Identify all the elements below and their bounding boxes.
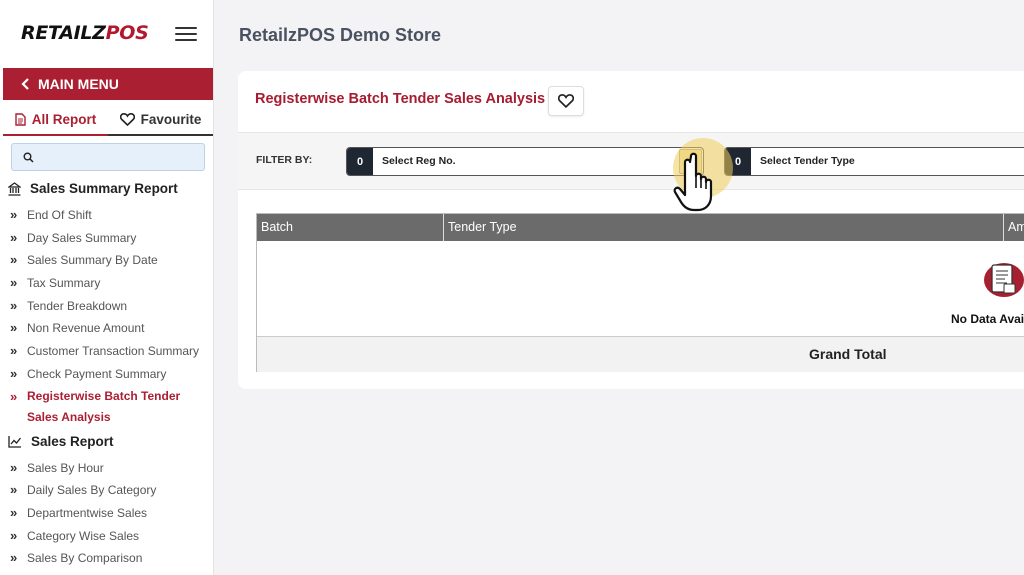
line-chart-icon [8,436,22,448]
menu-item-label: Customer Transaction Summary [27,344,200,358]
double-chevron-right-icon: » [10,320,18,335]
logo-text-main: RETAILZ [21,22,106,44]
bank-icon [8,181,21,196]
double-chevron-right-icon: » [10,252,18,267]
hamburger-menu-icon[interactable] [175,27,197,43]
table-header: Batch Tender Type Am [257,214,1024,241]
menu-item-tender-breakdown[interactable]: » Tender Breakdown [10,298,128,314]
section-sales-report[interactable]: Sales Report [8,434,114,449]
logo-text-accent: POS [105,22,149,44]
menu-item-label: Sales By Hour [27,461,104,475]
report-table: Batch Tender Type Am No Data Avai Grand … [256,213,1024,372]
report-title: Registerwise Batch Tender Sales Analysis [255,91,546,107]
tab-all-report[interactable]: All Report [3,104,108,136]
double-chevron-right-icon: » [10,505,18,520]
double-chevron-right-icon: » [10,482,18,497]
double-chevron-right-icon: » [10,528,18,543]
store-title: RetailzPOS Demo Store [239,25,442,45]
no-data-icon [984,263,1024,297]
menu-item-label: Day Sales Summary [27,231,137,245]
menu-item-non-revenue-amount[interactable]: » Non Revenue Amount [10,320,145,336]
sidebar-search-input[interactable] [11,143,205,171]
menu-item-daily-sales-by-category[interactable]: » Daily Sales By Category [10,482,157,498]
menu-item-label: Tax Summary [27,276,101,290]
menu-item-label: Tender Breakdown [27,299,128,313]
double-chevron-right-icon: » [10,298,18,313]
menu-item-departmentwise-sales[interactable]: » Departmentwise Sales [10,505,148,521]
menu-item-label: Non Revenue Amount [27,321,145,335]
menu-item-category-wise-sales[interactable]: » Category Wise Sales [10,528,140,544]
grand-total-label: Grand Total [809,346,887,362]
column-header-tender-type[interactable]: Tender Type [444,214,1004,241]
tab-favourite[interactable]: Favourite [108,104,213,136]
select-placeholder: Select Tender Type [760,155,855,167]
menu-item-label: Registerwise Batch Tender Sales Analysis [27,389,181,424]
menu-item-label: Departmentwise Sales [27,506,148,520]
menu-item-customer-transaction-summary[interactable]: » Customer Transaction Summary [10,343,200,359]
menu-item-end-of-shift[interactable]: » End Of Shift [10,207,92,223]
double-chevron-right-icon: » [10,343,18,358]
menu-item-sales-by-hour[interactable]: » Sales By Hour [10,460,104,476]
main-menu-button[interactable]: MAIN MENU [3,68,213,100]
logo[interactable]: RETAILZPOS [21,22,149,44]
double-chevron-right-icon: » [10,550,18,565]
chevron-left-icon [21,78,29,90]
heart-icon [558,94,574,108]
menu-item-sales-by-comparison[interactable]: » Sales By Comparison [10,550,143,566]
document-icon [15,112,26,126]
selected-count-badge: 0 [347,148,373,175]
grand-total-row: Grand Total [257,336,1024,372]
report-tabs: All Report Favourite [3,104,213,136]
menu-item-check-payment-summary[interactable]: » Check Payment Summary [10,366,167,382]
menu-item-day-sales-summary[interactable]: » Day Sales Summary [10,230,137,246]
double-chevron-right-icon: » [10,230,18,245]
column-header-amount[interactable]: Am [1004,214,1024,241]
double-chevron-right-icon: » [10,366,18,381]
menu-item-label: Daily Sales By Category [27,483,157,497]
select-reg-no-dropdown[interactable]: 0 Select Reg No. [346,147,704,176]
menu-item-sales-summary-by-date[interactable]: » Sales Summary By Date [10,252,158,268]
menu-item-label: Check Payment Summary [27,367,167,381]
sidebar: RETAILZPOS MAIN MENU All Report Favourit… [0,0,214,575]
column-header-batch[interactable]: Batch [257,214,444,241]
tab-favourite-label: Favourite [140,111,202,127]
double-chevron-right-icon: » [10,275,18,290]
menu-item-label: End Of Shift [27,208,92,222]
section-sales-summary-report[interactable]: Sales Summary Report [8,181,178,196]
main-menu-label: MAIN MENU [38,76,119,92]
menu-item-tax-summary[interactable]: » Tax Summary [10,275,101,291]
hand-pointer-icon [673,152,713,212]
select-placeholder: Select Reg No. [382,155,456,167]
double-chevron-right-icon: » [10,389,18,404]
filter-label: FILTER BY: [256,154,313,166]
add-favourite-button[interactable] [548,86,584,116]
menu-item-label: Sales Summary By Date [27,253,158,267]
filter-bar: FILTER BY: 0 Select Reg No. 0 Select Ten… [238,132,1024,190]
menu-item-label: Sales By Comparison [27,551,143,565]
search-icon [23,152,34,163]
menu-item-registerwise-batch-tender-sales-analysis[interactable]: » Registerwise Batch Tender Sales Analysi… [10,386,210,428]
double-chevron-right-icon: » [10,207,18,222]
select-tender-type-dropdown[interactable]: 0 Select Tender Type [724,147,1024,176]
report-card: Registerwise Batch Tender Sales Analysis… [238,71,1024,389]
tab-all-report-label: All Report [31,111,97,127]
menu-item-label: Category Wise Sales [27,529,140,543]
no-data-text: No Data Avai [951,312,1024,326]
logo-row: RETAILZPOS [0,0,214,68]
heart-icon [119,112,135,126]
double-chevron-right-icon: » [10,460,18,475]
section-title: Sales Report [31,434,114,449]
section-title: Sales Summary Report [30,181,178,196]
